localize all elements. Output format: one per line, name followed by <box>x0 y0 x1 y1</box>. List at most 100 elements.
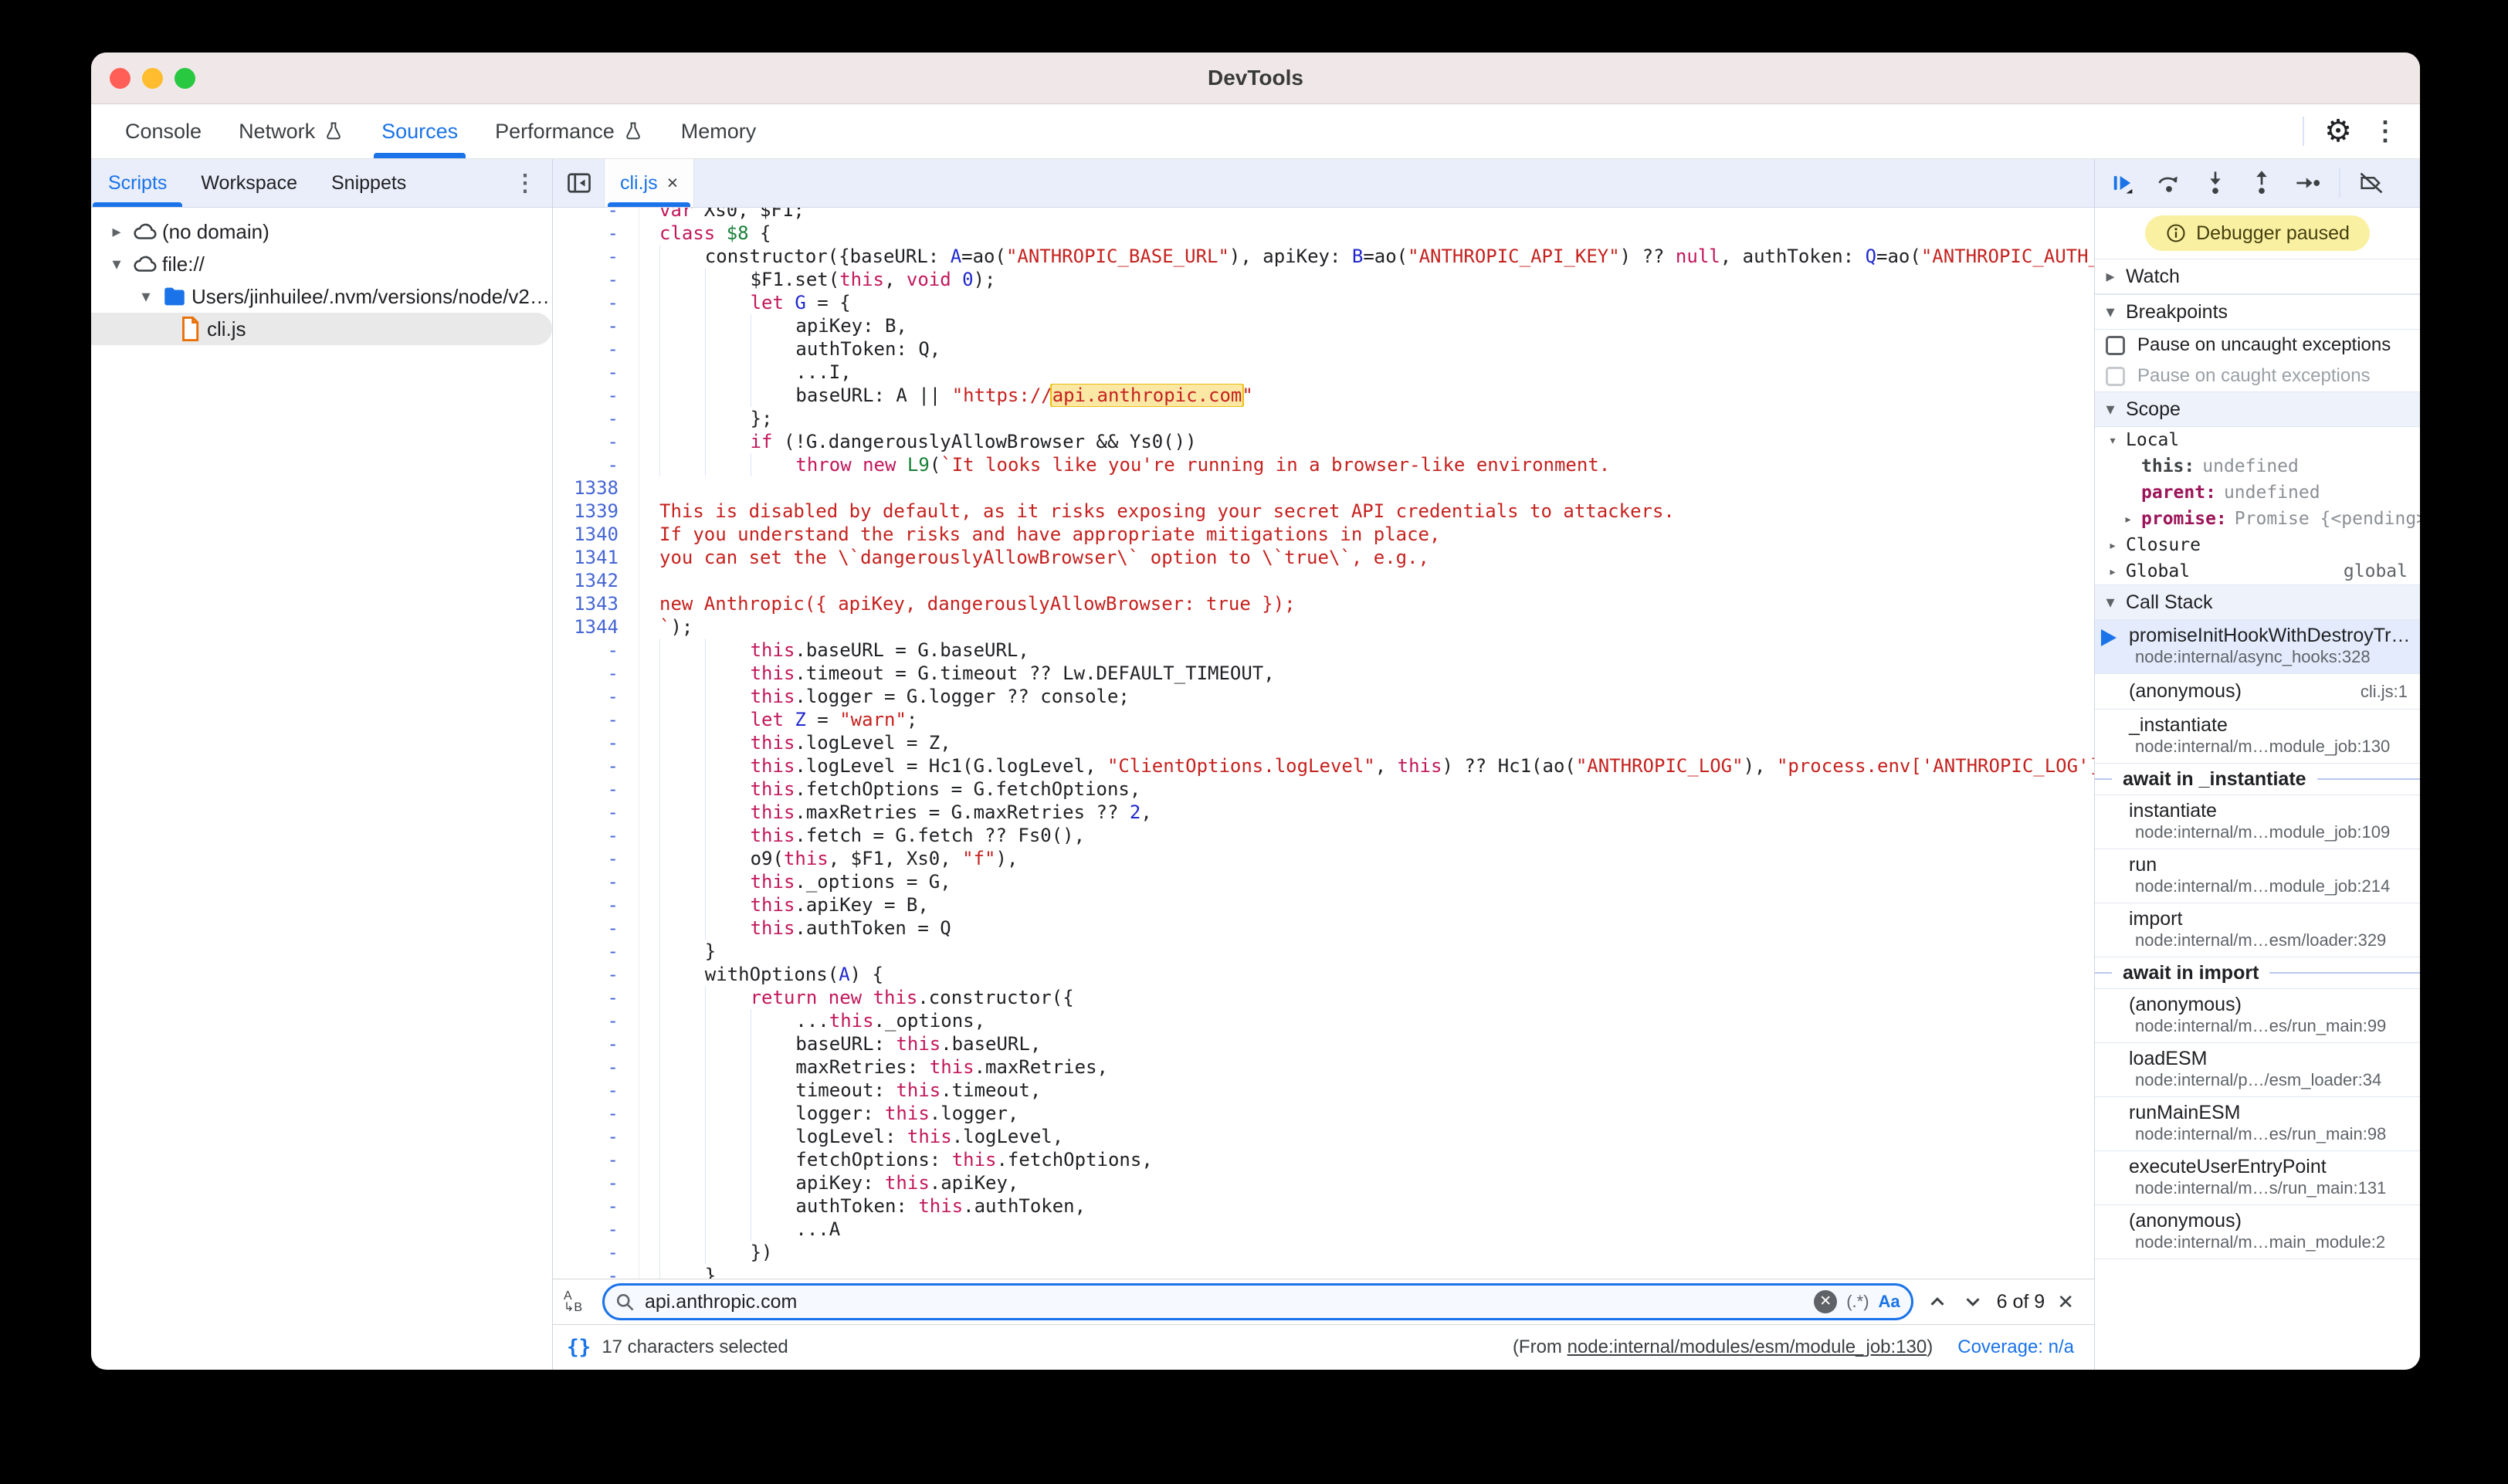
breakpoint-gutter[interactable]: - <box>553 1218 639 1241</box>
call-stack-frame[interactable]: promiseInitHookWithDestroyTr…node:intern… <box>2095 620 2420 674</box>
code-line[interactable]: -this.timeout = G.timeout ?? Lw.DEFAULT_… <box>553 662 2094 685</box>
scope-variable[interactable]: parent:undefined <box>2095 479 2420 506</box>
scope-section-global[interactable]: ▸Globalglobal <box>2095 558 2420 584</box>
sidebar-tab-workspace[interactable]: Workspace <box>184 159 314 207</box>
line-number[interactable]: 1343 <box>553 592 639 615</box>
code-line[interactable]: 1344`); <box>553 615 2094 639</box>
code-line[interactable]: -var Xs0, $F1; <box>553 208 2094 222</box>
navigator-more-icon[interactable]: ⋮ <box>513 170 552 197</box>
close-search-icon[interactable]: ✕ <box>2057 1290 2074 1314</box>
code-line[interactable]: -logLevel: this.logLevel, <box>553 1125 2094 1148</box>
code-line[interactable]: -} <box>553 940 2094 963</box>
code-line[interactable]: -$F1.set(this, void 0); <box>553 268 2094 291</box>
breakpoint-gutter[interactable]: - <box>553 1171 639 1194</box>
sidebar-tab-snippets[interactable]: Snippets <box>314 159 423 207</box>
code-line[interactable]: -authToken: Q, <box>553 337 2094 361</box>
breakpoint-gutter[interactable]: - <box>553 1032 639 1055</box>
breakpoint-gutter[interactable]: - <box>553 870 639 893</box>
breakpoint-gutter[interactable]: - <box>553 1009 639 1032</box>
breakpoint-gutter[interactable]: - <box>553 801 639 824</box>
code-line[interactable]: -}; <box>553 407 2094 430</box>
code-line[interactable]: -fetchOptions: this.fetchOptions, <box>553 1148 2094 1171</box>
settings-gear-icon[interactable]: ⚙ <box>2324 116 2352 147</box>
code-line[interactable]: -if (!G.dangerouslyAllowBrowser && Ys0()… <box>553 430 2094 453</box>
code-line[interactable]: -authToken: this.authToken, <box>553 1194 2094 1218</box>
code-line[interactable]: -}) <box>553 1241 2094 1264</box>
call-stack-frame[interactable]: importnode:internal/m…esm/loader:329 <box>2095 903 2420 957</box>
section-watch[interactable]: ▸Watch <box>2095 259 2420 294</box>
breakpoint-gutter[interactable]: - <box>553 1102 639 1125</box>
code-line[interactable]: -let Z = "warn"; <box>553 708 2094 731</box>
toggle-navigator-icon[interactable] <box>553 159 604 207</box>
clear-search-icon[interactable]: ✕ <box>1814 1290 1837 1313</box>
step-into-icon[interactable] <box>2200 168 2231 198</box>
call-stack-frame[interactable]: executeUserEntryPointnode:internal/m…s/r… <box>2095 1151 2420 1205</box>
main-tab-memory[interactable]: Memory <box>663 104 775 158</box>
breakpoint-gutter[interactable]: - <box>553 453 639 476</box>
breakpoint-gutter[interactable]: - <box>553 1264 639 1279</box>
call-stack-frame[interactable]: _instantiatenode:internal/m…module_job:1… <box>2095 710 2420 764</box>
breakpoint-gutter[interactable]: - <box>553 916 639 940</box>
code-line[interactable]: -...this._options, <box>553 1009 2094 1032</box>
breakpoint-gutter[interactable]: - <box>553 940 639 963</box>
breakpoint-gutter[interactable]: - <box>553 337 639 361</box>
next-match-icon[interactable] <box>1961 1290 1984 1313</box>
breakpoint-gutter[interactable]: - <box>553 222 639 245</box>
section-breakpoints[interactable]: ▾Breakpoints <box>2095 294 2420 330</box>
breakpoint-gutter[interactable]: - <box>553 893 639 916</box>
code-line[interactable]: 1342 <box>553 569 2094 592</box>
close-tab-icon[interactable]: × <box>667 172 679 195</box>
call-stack-frame[interactable]: (anonymous)cli.js:1 <box>2095 674 2420 710</box>
code-line[interactable]: -this.logLevel = Hc1(G.logLevel, "Client… <box>553 754 2094 778</box>
code-line[interactable]: -o9(this, $F1, Xs0, "f"), <box>553 847 2094 870</box>
code-line[interactable]: -this.maxRetries = G.maxRetries ?? 2, <box>553 801 2094 824</box>
breakpoint-gutter[interactable]: - <box>553 986 639 1009</box>
line-number[interactable]: 1344 <box>553 615 639 639</box>
tree-item-users-jinhuilee-nvm-versions-node-v2-[interactable]: ▾Users/jinhuilee/.nvm/versions/node/v2… <box>91 280 552 313</box>
more-options-icon[interactable]: ⋮ <box>2372 118 2398 144</box>
breakpoint-gutter[interactable]: - <box>553 708 639 731</box>
chevron-right-icon[interactable]: ▸ <box>2115 511 2141 527</box>
step-over-icon[interactable] <box>2154 168 2184 198</box>
sidebar-tab-scripts[interactable]: Scripts <box>91 159 184 207</box>
code-line[interactable]: 1343new Anthropic({ apiKey, dangerouslyA… <box>553 592 2094 615</box>
chevron-right-icon[interactable]: ▸ <box>2100 537 2126 554</box>
source-code-viewer[interactable]: -var Xs0, $F1;-class $8 {-constructor({b… <box>553 208 2094 1279</box>
code-line[interactable]: -return new this.constructor({ <box>553 986 2094 1009</box>
breakpoint-gutter[interactable]: - <box>553 407 639 430</box>
call-stack-frame[interactable]: (anonymous)node:internal/m…main_module:2 <box>2095 1205 2420 1259</box>
code-line[interactable]: -...I, <box>553 361 2094 384</box>
code-line[interactable]: -let G = { <box>553 291 2094 314</box>
scope-variable[interactable]: this:undefined <box>2095 453 2420 479</box>
pretty-print-icon[interactable]: {} <box>567 1336 591 1359</box>
code-line[interactable]: -apiKey: this.apiKey, <box>553 1171 2094 1194</box>
chevron-down-icon[interactable]: ▾ <box>2100 432 2126 449</box>
code-line[interactable]: 1338 <box>553 476 2094 500</box>
step-out-icon[interactable] <box>2246 168 2277 198</box>
code-line[interactable]: -constructor({baseURL: A=ao("ANTHROPIC_B… <box>553 245 2094 268</box>
line-number[interactable]: 1338 <box>553 476 639 500</box>
code-line[interactable]: -this.baseURL = G.baseURL, <box>553 639 2094 662</box>
breakpoint-gutter[interactable]: - <box>553 1194 639 1218</box>
resume-script-icon[interactable] <box>2107 168 2138 198</box>
code-line[interactable]: -...A <box>553 1218 2094 1241</box>
code-line[interactable]: -} <box>553 1264 2094 1279</box>
breakpoint-gutter[interactable]: - <box>553 824 639 847</box>
call-stack-frame[interactable]: runMainESMnode:internal/m…es/run_main:98 <box>2095 1097 2420 1151</box>
checkbox[interactable] <box>2106 367 2125 386</box>
match-case-toggle[interactable]: Aa <box>1879 1292 1900 1312</box>
breakpoint-gutter[interactable]: - <box>553 314 639 337</box>
chevron-right-icon[interactable]: ▸ <box>105 222 128 242</box>
breakpoint-gutter[interactable]: - <box>553 754 639 778</box>
breakpoint-gutter[interactable]: - <box>553 662 639 685</box>
scope-section-closure[interactable]: ▸Closure <box>2095 532 2420 558</box>
section-call-stack[interactable]: ▾Call Stack <box>2095 584 2420 620</box>
code-line[interactable]: 1341you can set the \`dangerouslyAllowBr… <box>553 546 2094 569</box>
tree-item-file-[interactable]: ▾file:// <box>91 248 552 280</box>
scope-section-local[interactable]: ▾Local <box>2095 427 2420 453</box>
source-map-link[interactable]: node:internal/modules/esm/module_job:130 <box>1568 1337 1927 1357</box>
deactivate-breakpoints-icon[interactable] <box>2356 168 2387 198</box>
code-line[interactable]: -this.apiKey = B, <box>553 893 2094 916</box>
code-line[interactable]: -logger: this.logger, <box>553 1102 2094 1125</box>
call-stack-frame[interactable]: loadESMnode:internal/p…/esm_loader:34 <box>2095 1043 2420 1097</box>
